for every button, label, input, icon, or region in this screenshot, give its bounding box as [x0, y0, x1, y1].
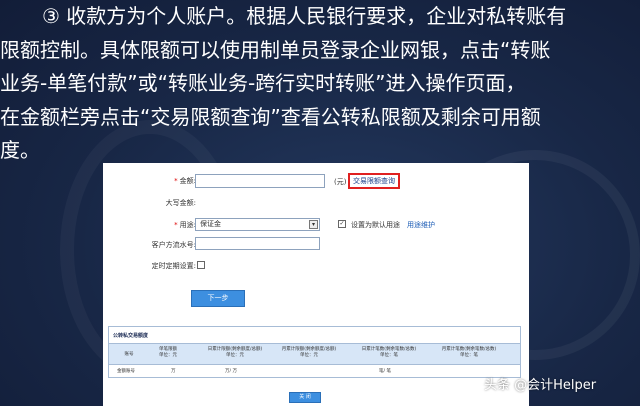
- amount-label: * 金额:: [174, 177, 196, 185]
- close-button[interactable]: 关 闭: [289, 392, 321, 403]
- table-header-cell: 月累计限额(剩余额度/总额) 单位：元: [281, 347, 337, 358]
- table-header-cell: 日累计笔数(剩余笔数/总数) 单位：笔: [361, 347, 417, 358]
- table-row: 金额账号 万 万/ 万 笔/ 笔: [109, 366, 520, 375]
- amount-unit: (元): [334, 178, 347, 186]
- table-cell: 金额账号: [117, 369, 135, 374]
- limit-query-link[interactable]: 交易限额查询: [348, 173, 400, 189]
- scheduled-label: 定时定期设置:: [151, 262, 196, 270]
- table-header-cell: 月累计笔数(剩余笔数/总数) 单位：笔: [441, 347, 497, 358]
- table-header-cell: 单笔限额 单位：元: [159, 347, 177, 358]
- paragraph-line: 限额控制。具体限额可以使用制单员登录企业网银，点击“转账: [0, 37, 551, 62]
- credit-watermark: 头条 @会计Helper: [484, 378, 597, 393]
- table-header-cell: 账号: [124, 352, 134, 357]
- paragraph-line: 在金额栏旁点击“交易限额查询”查看公转私限额及剩余可用额: [0, 104, 541, 129]
- serial-label: 客户方流水号:: [151, 241, 196, 249]
- scheduled-checkbox[interactable]: [197, 261, 205, 269]
- transfer-form-panel: * 金额: (元) 交易限额查询 大写金额: * 用途: 保证金 ▾ ✓ 设置为默认…: [103, 163, 529, 406]
- instruction-paragraph: ③ 收款方为个人账户。根据人民银行要求，企业对私转账有 限额控制。具体限额可以使…: [0, 0, 640, 168]
- uppercase-amount-label: 大写金额:: [165, 199, 196, 207]
- table-cell: 万: [171, 369, 176, 374]
- purpose-label: * 用途:: [174, 221, 196, 229]
- paragraph-line: ③ 收款方为个人账户。根据人民银行要求，企业对私转账有: [42, 4, 567, 28]
- required-marker: *: [174, 221, 178, 229]
- purpose-maintain-link[interactable]: 用途维护: [407, 220, 435, 230]
- table-cell: 笔/ 笔: [379, 369, 391, 374]
- limits-table-title: 公转私交易额度: [113, 333, 149, 339]
- required-marker: *: [174, 177, 178, 185]
- table-header-cell: 日累计限额(剩余额度/总额) 单位：元: [207, 347, 263, 358]
- default-purpose-checkbox[interactable]: ✓: [338, 220, 346, 228]
- amount-input[interactable]: [195, 174, 325, 188]
- table-cell: 万/ 万: [225, 369, 237, 374]
- serial-input[interactable]: [195, 237, 320, 250]
- chevron-down-icon[interactable]: ▾: [309, 220, 318, 229]
- purpose-select-value: 保证金: [200, 220, 221, 228]
- paragraph-line: 业务-单笔付款”或“转账业务-跨行实时转账”进入操作页面，: [0, 71, 526, 95]
- purpose-select[interactable]: 保证金 ▾: [195, 218, 320, 231]
- limits-table: 公转私交易额度 账号 单笔限额 单位：元 日累计限额(剩余额度/总额) 单位：元 月…: [108, 326, 521, 378]
- default-purpose-label: 设置为默认用途: [351, 221, 400, 229]
- next-step-button[interactable]: 下一步: [191, 290, 245, 307]
- limits-table-header: 账号 单笔限额 单位：元 日累计限额(剩余额度/总额) 单位：元 月累计限额(剩余额…: [109, 343, 520, 365]
